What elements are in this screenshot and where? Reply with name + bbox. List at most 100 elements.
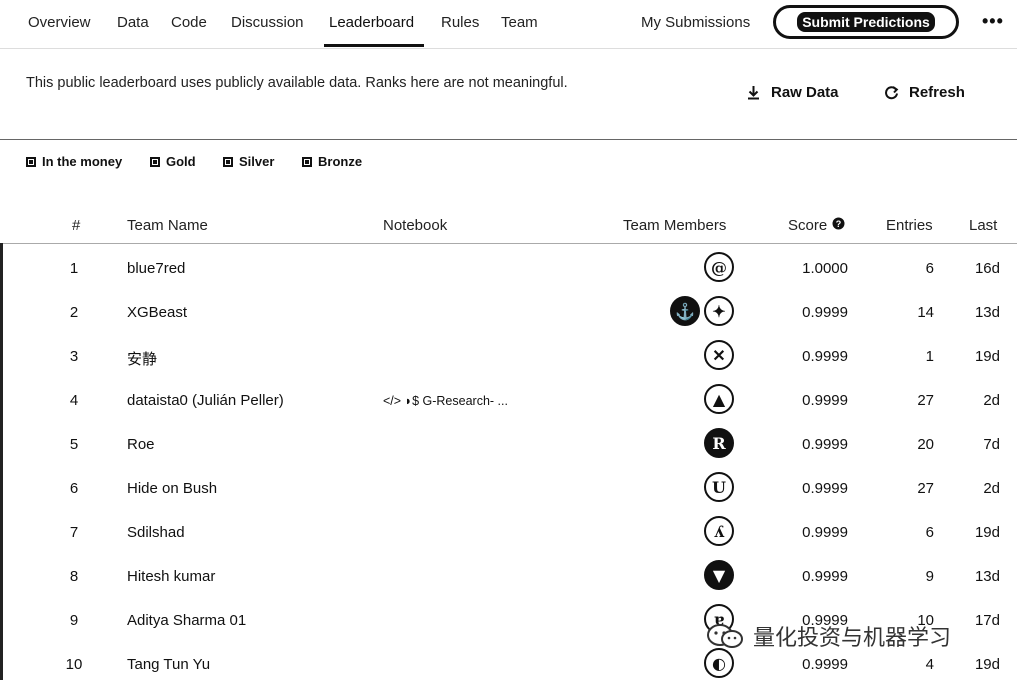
checkbox-icon bbox=[223, 156, 233, 167]
svg-text:?: ? bbox=[836, 219, 842, 229]
tab-team[interactable]: Team bbox=[501, 14, 538, 31]
rank-cell: 6 bbox=[69, 480, 79, 497]
col-header-score[interactable]: Score ? bbox=[788, 217, 845, 234]
tab-overview[interactable]: Overview bbox=[28, 14, 91, 31]
legend-bronze[interactable]: Bronze bbox=[302, 154, 362, 169]
member-avatar[interactable]: R bbox=[704, 428, 734, 458]
tab-data[interactable]: Data bbox=[117, 14, 149, 31]
score-header-label: Score bbox=[788, 217, 828, 234]
member-avatar[interactable]: U bbox=[704, 472, 734, 502]
team-members-cell: ʎ bbox=[704, 516, 734, 546]
download-icon bbox=[746, 85, 761, 100]
last-cell: 16d bbox=[974, 260, 1000, 277]
checkbox-icon bbox=[302, 156, 312, 167]
team-name-cell[interactable]: Aditya Sharma 01 bbox=[127, 612, 246, 629]
raw-data-button[interactable]: Raw Data bbox=[746, 84, 839, 101]
score-cell: 0.9999 bbox=[802, 392, 848, 409]
last-cell: 13d bbox=[974, 568, 1000, 585]
table-row[interactable]: 6 Hide on Bush U 0.9999 27 2d bbox=[0, 465, 1017, 509]
tab-discussion[interactable]: Discussion bbox=[231, 14, 304, 31]
more-horizontal-icon[interactable]: ••• bbox=[982, 11, 1004, 32]
member-avatar[interactable]: ✦ bbox=[704, 296, 734, 326]
rank-cell: 8 bbox=[69, 568, 79, 585]
table-row[interactable]: 3 安静 ✕ 0.9999 1 19d bbox=[0, 333, 1017, 377]
team-name-cell[interactable]: blue7red bbox=[127, 260, 185, 277]
team-name-cell[interactable]: dataista0 (Julián Peller) bbox=[127, 392, 284, 409]
section-divider bbox=[0, 139, 1017, 140]
last-cell: 13d bbox=[974, 304, 1000, 321]
leaderboard-notice: This public leaderboard uses publicly av… bbox=[26, 75, 568, 91]
score-cell: 0.9999 bbox=[802, 436, 848, 453]
last-cell: 19d bbox=[974, 656, 1000, 673]
member-avatar[interactable]: ▼ bbox=[704, 560, 734, 590]
legend-in-the-money[interactable]: In the money bbox=[26, 154, 122, 169]
team-name-cell[interactable]: 安静 bbox=[127, 348, 157, 369]
top-nav: Overview Data Code Discussion Leaderboar… bbox=[0, 0, 1017, 49]
rank-cell: 1 bbox=[69, 260, 79, 277]
member-avatar[interactable]: ⚓ bbox=[670, 296, 700, 326]
submit-predictions-label: Submit Predictions bbox=[797, 12, 935, 32]
watermark-text: 量化投资与机器学习 bbox=[753, 625, 952, 650]
score-cell: 0.9999 bbox=[802, 480, 848, 497]
col-header-team-name[interactable]: Team Name bbox=[127, 217, 208, 234]
member-avatar[interactable]: ✕ bbox=[704, 340, 734, 370]
entries-cell: 4 bbox=[925, 656, 934, 673]
team-name-cell[interactable]: Hitesh kumar bbox=[127, 568, 215, 585]
team-members-cell: ◐ bbox=[704, 648, 734, 678]
team-name-cell[interactable]: Roe bbox=[127, 436, 155, 453]
entries-cell: 27 bbox=[917, 480, 934, 497]
my-submissions-link[interactable]: My Submissions bbox=[641, 14, 750, 31]
entries-cell: 9 bbox=[925, 568, 934, 585]
submit-predictions-button[interactable]: Submit Predictions bbox=[773, 5, 959, 39]
entries-cell: 6 bbox=[925, 524, 934, 541]
col-header-entries[interactable]: Entries bbox=[886, 217, 933, 234]
col-header-last[interactable]: Last bbox=[969, 217, 997, 234]
last-cell: 19d bbox=[974, 348, 1000, 365]
entries-cell: 1 bbox=[925, 348, 934, 365]
member-avatar[interactable]: ◐ bbox=[704, 648, 734, 678]
table-row[interactable]: 7 Sdilshad ʎ 0.9999 6 19d bbox=[0, 509, 1017, 553]
member-avatar[interactable]: ʎ bbox=[704, 516, 734, 546]
legend-gold[interactable]: Gold bbox=[150, 154, 196, 169]
table-row[interactable]: 8 Hitesh kumar ▼ 0.9999 9 13d bbox=[0, 553, 1017, 597]
help-icon[interactable]: ? bbox=[832, 217, 845, 234]
table-row[interactable]: 4 dataista0 (Julián Peller) </> ◗$ G-Resea… bbox=[0, 377, 1017, 421]
team-name-cell[interactable]: Tang Tun Yu bbox=[127, 656, 210, 673]
tab-code[interactable]: Code bbox=[171, 14, 207, 31]
notebook-link[interactable]: </> ◗$ G-Research- ... bbox=[383, 394, 508, 408]
tab-rules[interactable]: Rules bbox=[441, 14, 479, 31]
table-row[interactable]: 1 blue7red @1.0000 6 16d bbox=[0, 245, 1017, 289]
score-cell: 0.9999 bbox=[802, 304, 848, 321]
team-name-cell[interactable]: XGBeast bbox=[127, 304, 187, 321]
rank-cell: 4 bbox=[69, 392, 79, 409]
last-cell: 17d bbox=[974, 612, 1000, 629]
wechat-logo-icon bbox=[707, 624, 743, 648]
member-avatar[interactable]: ▲ bbox=[704, 384, 734, 414]
team-members-cell: ⚓ ✦ bbox=[670, 296, 734, 326]
score-cell: 0.9999 bbox=[802, 348, 848, 365]
legend-silver[interactable]: Silver bbox=[223, 154, 274, 169]
table-row[interactable]: 5 Roe R 0.9999 20 7d bbox=[0, 421, 1017, 465]
raw-data-label: Raw Data bbox=[771, 84, 839, 101]
last-cell: 7d bbox=[983, 436, 1000, 453]
score-cell: 0.9999 bbox=[802, 568, 848, 585]
checkbox-icon bbox=[26, 156, 36, 167]
refresh-button[interactable]: Refresh bbox=[884, 84, 965, 101]
table-row[interactable]: 2 XGBeast ⚓ ✦ 0.9999 14 13d bbox=[0, 289, 1017, 333]
team-name-cell[interactable]: Hide on Bush bbox=[127, 480, 217, 497]
legend-label: Silver bbox=[239, 154, 275, 169]
tab-leaderboard[interactable]: Leaderboard bbox=[329, 14, 414, 31]
member-avatar[interactable]: @ bbox=[704, 252, 734, 282]
team-name-cell[interactable]: Sdilshad bbox=[127, 524, 185, 541]
team-members-cell: ✕ bbox=[704, 340, 734, 370]
checkbox-icon bbox=[150, 156, 160, 167]
score-cell: 1.0000 bbox=[802, 260, 848, 277]
score-cell: 0.9999 bbox=[802, 524, 848, 541]
entries-cell: 27 bbox=[917, 392, 934, 409]
rank-cell: 9 bbox=[69, 612, 79, 629]
col-header-rank[interactable]: # bbox=[72, 217, 80, 234]
entries-cell: 20 bbox=[917, 436, 934, 453]
entries-cell: 6 bbox=[925, 260, 934, 277]
team-members-cell: R bbox=[704, 428, 734, 458]
legend-label: Gold bbox=[166, 154, 196, 169]
